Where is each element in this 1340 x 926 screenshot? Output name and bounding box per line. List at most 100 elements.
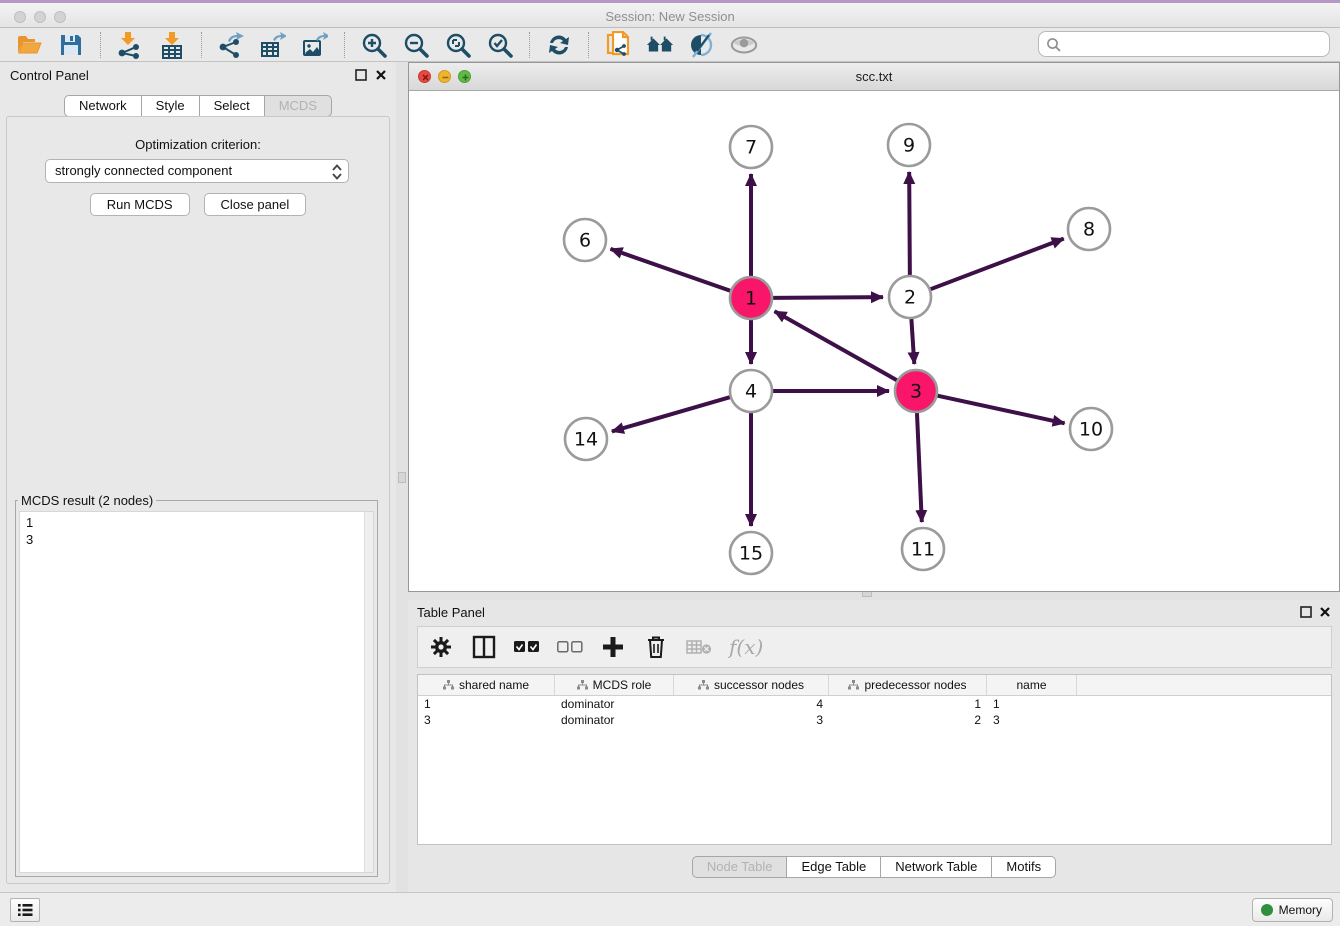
tab-network[interactable]: Network — [64, 95, 142, 117]
table-type-tabs: Node Table Edge Table Network Table Moti… — [408, 856, 1340, 878]
table-panel-title: Table Panel — [417, 605, 485, 620]
edge-1-2[interactable] — [773, 297, 883, 298]
graph-node-7[interactable]: 7 — [730, 126, 772, 168]
edge-2-8[interactable] — [931, 239, 1064, 290]
table-row[interactable]: 1dominator411 — [418, 696, 1331, 712]
delete-column-icon[interactable] — [643, 634, 669, 660]
tab-motifs[interactable]: Motifs — [992, 856, 1056, 878]
mcds-result-area[interactable]: 1 3 — [19, 511, 374, 873]
cell-mcds_role[interactable]: dominator — [555, 712, 674, 728]
column-header-shared_name[interactable]: shared name — [418, 675, 555, 695]
graph-node-14[interactable]: 14 — [565, 418, 607, 460]
tree-icon — [698, 680, 709, 690]
cell-name[interactable]: 1 — [987, 696, 1077, 712]
column-header-successor_nodes[interactable]: successor nodes — [674, 675, 829, 695]
column-label: shared name — [459, 678, 529, 692]
zoom-in-icon[interactable] — [360, 31, 388, 59]
graph-node-3[interactable]: 3 — [895, 370, 937, 412]
split-columns-icon[interactable] — [471, 634, 497, 660]
edge-3-10[interactable] — [937, 396, 1064, 424]
cell-name[interactable]: 3 — [987, 712, 1077, 728]
mcds-result-text: 1 3 — [26, 514, 33, 548]
home-overview-icon[interactable] — [646, 31, 674, 59]
edge-1-6[interactable] — [610, 249, 730, 291]
open-session-icon[interactable] — [15, 31, 43, 59]
network-view-window: scc.txt 7 9 6 8 1 2 4 3 14 10 15 11 — [408, 62, 1340, 592]
graph-node-15[interactable]: 15 — [730, 532, 772, 574]
cell-successor_nodes[interactable]: 3 — [674, 712, 829, 728]
cell-shared_name[interactable]: 1 — [418, 696, 555, 712]
graph-node-9[interactable]: 9 — [888, 124, 930, 166]
list-icon — [17, 903, 33, 917]
vertical-splitter-handle[interactable] — [398, 472, 406, 483]
cell-predecessor_nodes[interactable]: 1 — [829, 696, 987, 712]
graph-node-6[interactable]: 6 — [564, 219, 606, 261]
delete-table-icon-disabled — [686, 634, 712, 660]
run-mcds-button[interactable]: Run MCDS — [90, 193, 190, 216]
edge-3-1[interactable] — [775, 311, 897, 380]
cell-mcds_role[interactable]: dominator — [555, 696, 674, 712]
close-panel-icon[interactable] — [375, 68, 388, 81]
search-input[interactable] — [1065, 34, 1323, 54]
toolbar-separator — [100, 32, 101, 58]
graph-node-8[interactable]: 8 — [1068, 208, 1110, 250]
network-canvas[interactable]: 7 9 6 8 1 2 4 3 14 10 15 11 — [409, 91, 1339, 591]
close-table-panel-icon[interactable] — [1319, 605, 1332, 618]
zoom-fit-icon[interactable] — [444, 31, 472, 59]
save-session-icon[interactable] — [57, 31, 85, 59]
graph-node-2[interactable]: 2 — [889, 276, 931, 318]
clone-network-icon[interactable] — [604, 31, 632, 59]
add-column-icon[interactable] — [600, 634, 626, 660]
app-titlebar: Session: New Session — [0, 0, 1340, 28]
tab-style[interactable]: Style — [142, 95, 200, 117]
export-network-icon[interactable] — [217, 31, 245, 59]
mcds-tab-content: Optimization criterion: strongly connect… — [6, 116, 390, 884]
float-panel-icon[interactable] — [355, 68, 368, 81]
select-all-checked-icon[interactable] — [514, 634, 540, 660]
graph-node-10[interactable]: 10 — [1070, 408, 1112, 450]
memory-button[interactable]: Memory — [1252, 898, 1333, 922]
edge-2-9[interactable] — [909, 172, 910, 275]
tab-select[interactable]: Select — [200, 95, 265, 117]
graph-node-1[interactable]: 1 — [730, 277, 772, 319]
zoom-selected-icon[interactable] — [486, 31, 514, 59]
edge-4-14[interactable] — [612, 397, 730, 431]
zoom-out-icon[interactable] — [402, 31, 430, 59]
graph-node-4[interactable]: 4 — [730, 370, 772, 412]
network-window-titlebar[interactable]: scc.txt — [409, 63, 1339, 91]
import-network-icon[interactable] — [116, 31, 144, 59]
search-icon — [1046, 37, 1062, 53]
svg-text:6: 6 — [579, 230, 591, 252]
export-table-icon[interactable] — [259, 31, 287, 59]
refresh-layout-icon[interactable] — [545, 31, 573, 59]
edge-3-11[interactable] — [917, 413, 922, 522]
tab-node-table[interactable]: Node Table — [692, 856, 788, 878]
tab-edge-table[interactable]: Edge Table — [787, 856, 881, 878]
tab-mcds[interactable]: MCDS — [265, 95, 332, 117]
close-panel-button[interactable]: Close panel — [204, 193, 307, 216]
app-title: Session: New Session — [0, 9, 1340, 24]
task-history-button[interactable] — [10, 898, 40, 922]
float-table-panel-icon[interactable] — [1300, 605, 1313, 618]
cell-shared_name[interactable]: 3 — [418, 712, 555, 728]
graphics-details-icon[interactable] — [688, 31, 716, 59]
export-image-icon[interactable] — [301, 31, 329, 59]
import-table-icon[interactable] — [158, 31, 186, 59]
column-header-predecessor_nodes[interactable]: predecessor nodes — [829, 675, 987, 695]
column-header-mcds_role[interactable]: MCDS role — [555, 675, 674, 695]
optimization-criterion-select[interactable]: strongly connected component — [45, 159, 349, 183]
deselect-all-icon[interactable] — [557, 634, 583, 660]
column-header-name[interactable]: name — [987, 675, 1077, 695]
table-row[interactable]: 3dominator323 — [418, 712, 1331, 728]
cell-successor_nodes[interactable]: 4 — [674, 696, 829, 712]
edge-2-3[interactable] — [911, 319, 914, 364]
settings-gear-icon[interactable] — [428, 634, 454, 660]
control-panel-header: Control Panel — [0, 62, 396, 88]
graph-node-11[interactable]: 11 — [902, 528, 944, 570]
tree-icon — [577, 680, 588, 690]
result-scrollbar[interactable] — [364, 512, 373, 872]
control-panel-title: Control Panel — [10, 68, 89, 83]
tab-network-table[interactable]: Network Table — [881, 856, 992, 878]
search-field[interactable] — [1038, 31, 1330, 57]
cell-predecessor_nodes[interactable]: 2 — [829, 712, 987, 728]
